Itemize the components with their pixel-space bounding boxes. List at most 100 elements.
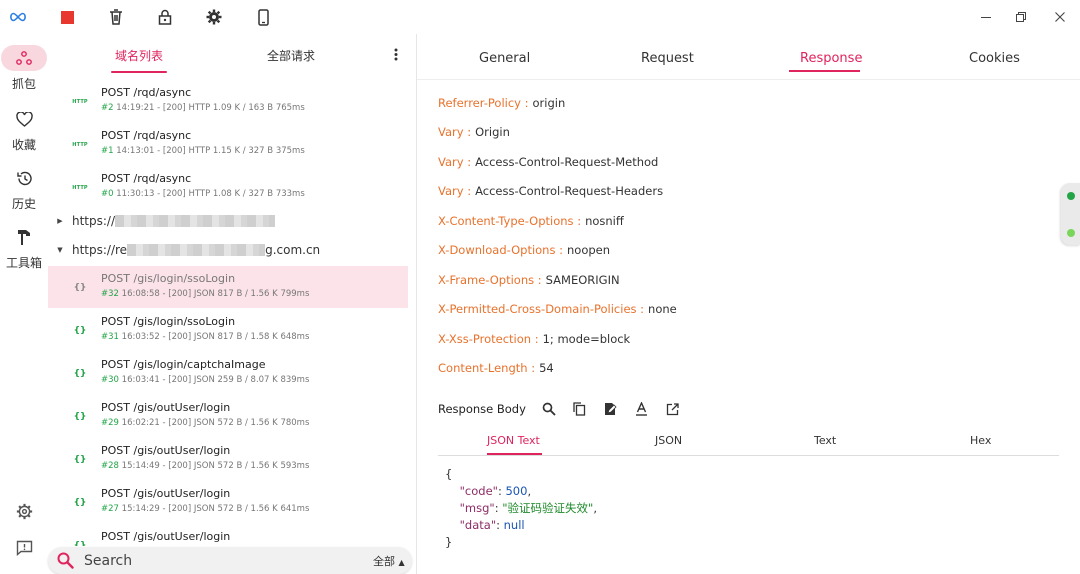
json-comma: , xyxy=(593,501,597,515)
json-icon: {} xyxy=(73,412,87,422)
request-details: 11:30:13 - [200] HTTP 1.08 K / 327 B 733… xyxy=(113,189,305,199)
request-number: #32 xyxy=(101,289,119,299)
tab-all-requests[interactable]: 全部请求 xyxy=(267,47,315,64)
tab-text[interactable]: Text xyxy=(814,434,836,447)
tab-general[interactable]: General xyxy=(479,51,530,66)
list-item[interactable]: HTTP POST /rqd/async #2 14:19:21 - [200]… xyxy=(48,80,408,122)
header-key: X-Frame-Options : xyxy=(438,273,542,287)
list-item[interactable]: {} POST /gis/login/ssoLogin #31 16:03:52… xyxy=(48,309,408,351)
json-viewer[interactable]: { "code": 500, "msg": "验证码验证失效", "data":… xyxy=(445,466,597,551)
list-tab-indicator xyxy=(111,71,167,73)
host-name: https://re g.com.cn xyxy=(72,243,320,257)
open-external-icon[interactable] xyxy=(665,401,681,417)
request-title: POST /rqd/async xyxy=(101,129,192,142)
infinity-icon[interactable] xyxy=(7,6,29,28)
request-meta: #27 15:14:29 - [200] JSON 572 B / 1.56 K… xyxy=(101,504,309,514)
request-number: #28 xyxy=(101,461,119,471)
header-value: nosniff xyxy=(585,214,624,228)
response-body-label: Response Body xyxy=(438,402,526,416)
header-value: 54 xyxy=(539,361,554,375)
list-item[interactable]: {} POST /gis/outUser/login xyxy=(48,524,408,546)
filter-dropdown[interactable]: 全部 ▲ xyxy=(373,553,405,569)
json-open-brace: { xyxy=(445,467,453,481)
copy-icon[interactable] xyxy=(572,401,588,417)
search-bar: 全部 ▲ xyxy=(48,547,412,574)
trash-icon[interactable] xyxy=(105,6,127,28)
chevron-right-icon[interactable]: ▶ xyxy=(56,217,64,225)
phone-icon[interactable] xyxy=(252,6,274,28)
header-row: X-Content-Type-Options : nosniff xyxy=(438,214,624,228)
list-item-selected[interactable]: {} POST /gis/login/ssoLogin #32 16:08:58… xyxy=(48,266,408,308)
more-vert-icon[interactable] xyxy=(388,46,404,62)
status-dot xyxy=(1067,229,1075,237)
request-number: #2 xyxy=(101,103,114,113)
header-value: Access-Control-Request-Method xyxy=(475,155,659,169)
json-key: "msg" xyxy=(459,501,495,515)
gear-icon[interactable] xyxy=(203,6,225,28)
host-row-collapsed[interactable]: ▶ https:// xyxy=(48,208,408,236)
history-icon xyxy=(1,165,47,191)
header-key: X-Content-Type-Options : xyxy=(438,214,582,228)
capture-icon xyxy=(1,45,47,71)
request-meta: #2 14:19:21 - [200] HTTP 1.09 K / 163 B … xyxy=(101,103,305,113)
header-row: Referrer-Policy : origin xyxy=(438,96,565,110)
nav-item-history[interactable]: 历史 xyxy=(0,165,48,215)
redacted-text xyxy=(115,215,276,227)
tab-response[interactable]: Response xyxy=(800,51,862,66)
settings-icon[interactable] xyxy=(14,501,34,521)
list-item[interactable]: HTTP POST /rqd/async #1 14:13:01 - [200]… xyxy=(48,123,408,165)
request-number: #30 xyxy=(101,375,119,385)
header-row: X-Xss-Protection :1; mode=block xyxy=(438,332,630,346)
request-details: 15:14:29 - [200] JSON 572 B / 1.56 K 641… xyxy=(118,504,310,514)
tab-cookies[interactable]: Cookies xyxy=(969,51,1020,66)
tab-domain-list[interactable]: 域名列表 xyxy=(115,47,163,64)
caret-up-icon: ▲ xyxy=(398,558,405,567)
minimize-icon[interactable] xyxy=(975,6,997,28)
nav-item-favorites[interactable]: 收藏 xyxy=(0,106,48,156)
request-details: 15:14:49 - [200] JSON 572 B / 1.56 K 593… xyxy=(118,461,310,471)
edit-icon[interactable] xyxy=(603,401,619,417)
tab-json-text[interactable]: JSON Text xyxy=(487,434,540,447)
maximize-icon[interactable] xyxy=(1010,6,1032,28)
list-item[interactable]: {} POST /gis/login/captchaImage #30 16:0… xyxy=(48,352,408,394)
filter-value: 全部 xyxy=(373,555,395,568)
json-key: "data" xyxy=(459,518,497,532)
list-item[interactable]: {} POST /gis/outUser/login #29 16:02:21 … xyxy=(48,395,408,437)
tab-hex[interactable]: Hex xyxy=(970,434,991,447)
search-input[interactable] xyxy=(84,551,354,571)
list-item[interactable]: {} POST /gis/outUser/login #27 15:14:29 … xyxy=(48,481,408,523)
json-icon: {} xyxy=(73,326,87,336)
request-title: POST /gis/outUser/login xyxy=(101,487,231,500)
list-item[interactable]: HTTP POST /rqd/async #0 11:30:13 - [200]… xyxy=(48,166,408,208)
header-key: X-Permitted-Cross-Domain-Policies : xyxy=(438,302,645,316)
nav-item-toolbox[interactable]: 工具箱 xyxy=(0,224,48,274)
tab-request[interactable]: Request xyxy=(641,51,694,66)
side-float-widget[interactable] xyxy=(1061,183,1080,245)
request-meta: #29 16:02:21 - [200] JSON 572 B / 1.56 K… xyxy=(101,418,309,428)
header-key: X-Download-Options : xyxy=(438,243,563,257)
header-key: X-Xss-Protection : xyxy=(438,332,539,346)
host-row-expanded[interactable]: ▼ https://re g.com.cn xyxy=(48,237,408,265)
request-number: #29 xyxy=(101,418,119,428)
request-title: POST /gis/outUser/login xyxy=(101,530,231,543)
nav-label: 抓包 xyxy=(11,77,36,91)
feedback-icon[interactable] xyxy=(14,538,34,558)
http-icon: HTTP xyxy=(72,185,88,191)
nav-label: 工具箱 xyxy=(5,256,42,270)
nav-item-capture[interactable]: 抓包 xyxy=(0,45,48,95)
search-icon[interactable] xyxy=(541,401,557,417)
list-item[interactable]: {} POST /gis/outUser/login #28 15:14:49 … xyxy=(48,438,408,480)
stop-icon[interactable] xyxy=(56,6,78,28)
close-icon[interactable] xyxy=(1049,6,1071,28)
list-tabs: 域名列表 全部请求 xyxy=(48,34,415,74)
header-key: Referrer-Policy : xyxy=(438,96,529,110)
lock-icon[interactable] xyxy=(154,6,176,28)
request-details: 16:08:58 - [200] JSON 817 B / 1.56 K 799… xyxy=(118,289,310,299)
header-value: 1; mode=block xyxy=(542,332,631,346)
request-title: POST /rqd/async xyxy=(101,172,192,185)
tab-json[interactable]: JSON xyxy=(655,434,682,447)
side-nav: 抓包 收藏 历史 工具箱 xyxy=(0,34,48,574)
heart-icon xyxy=(1,106,47,132)
font-icon[interactable] xyxy=(634,401,650,417)
chevron-down-icon[interactable]: ▼ xyxy=(56,246,64,254)
